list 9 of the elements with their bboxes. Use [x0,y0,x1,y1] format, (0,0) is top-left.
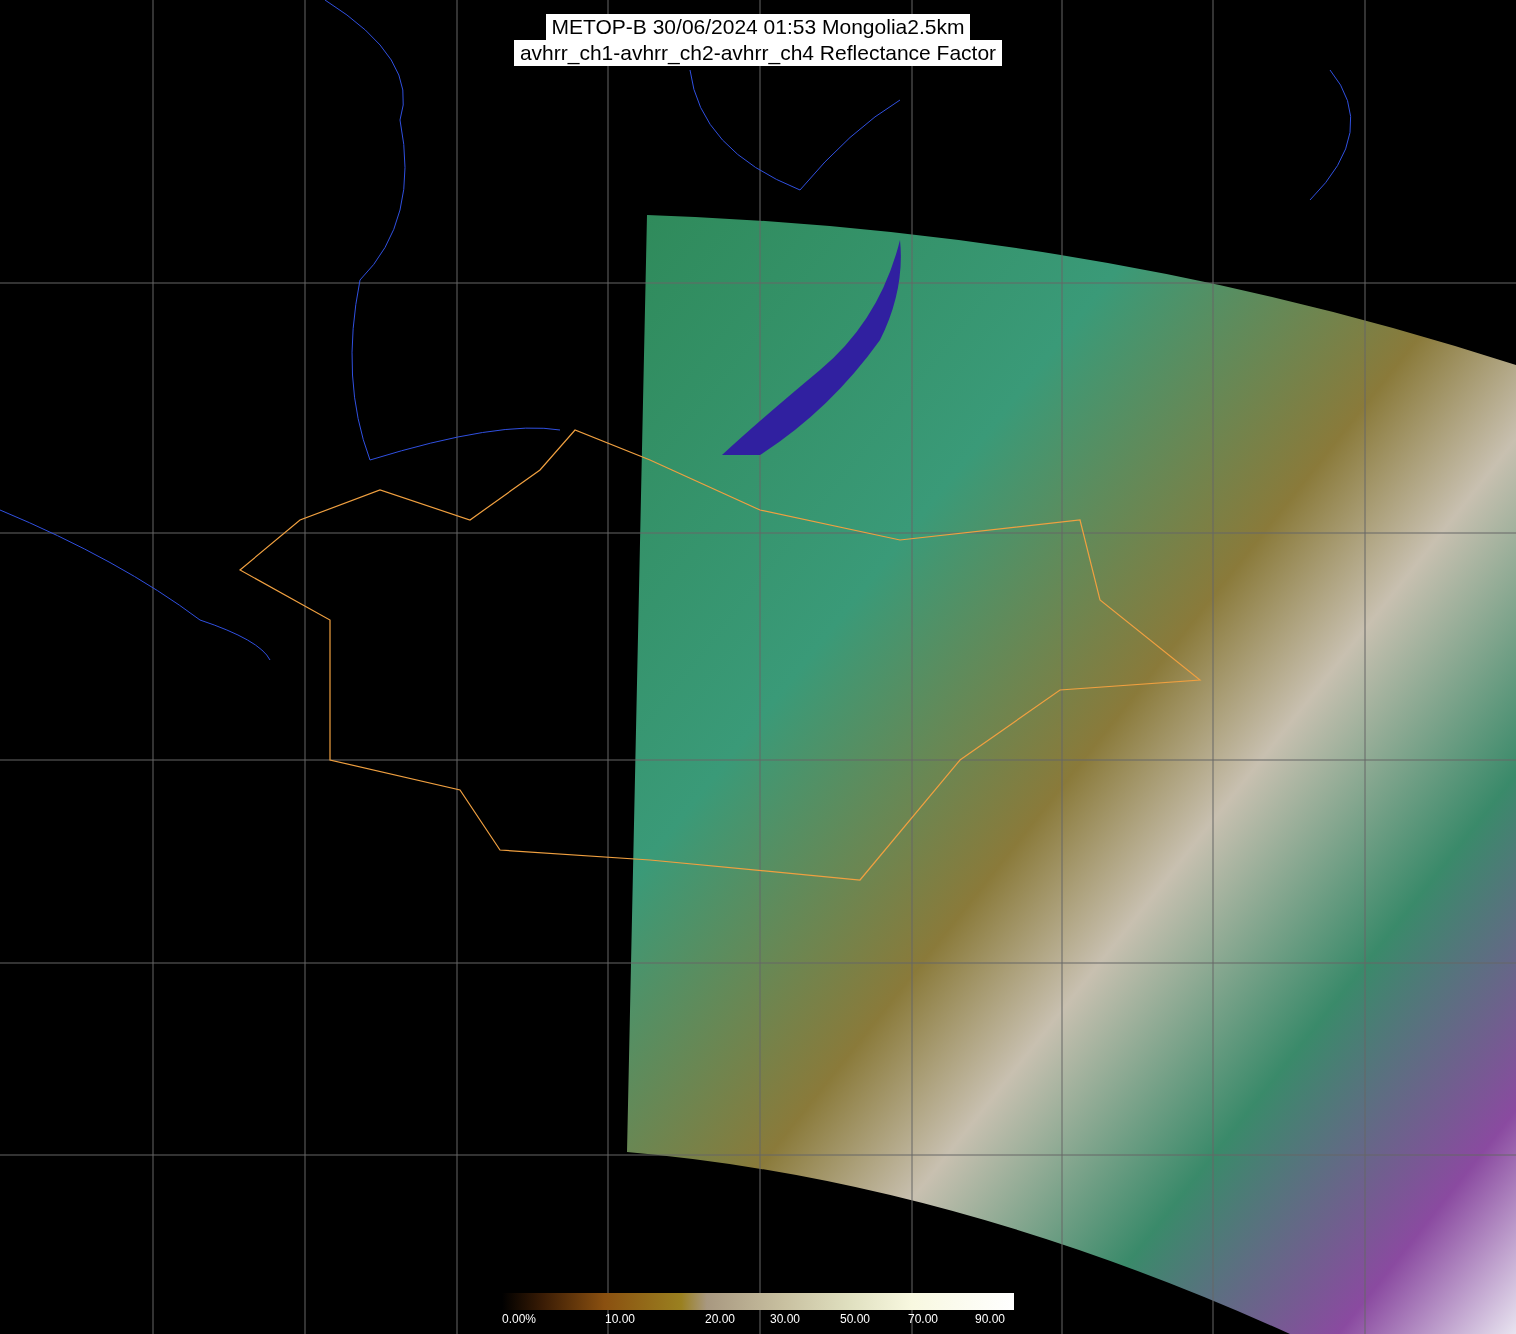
scale-label: 10.00 [605,1312,636,1326]
scale-label: 30.00 [770,1312,801,1326]
scale-label: 70.00 [908,1312,939,1326]
scale-label: 20.00 [705,1312,736,1326]
scale-label: 90.00 [975,1312,1006,1326]
scale-label: 50.00 [840,1312,871,1326]
map-title: METOP-B 30/06/2024 01:53 Mongolia2.5km [545,14,971,40]
scale-label: 0.00% [502,1312,537,1326]
map-title: avhrr_ch1-avhrr_ch2-avhrr_ch4 Reflectance Factor [513,40,1003,66]
